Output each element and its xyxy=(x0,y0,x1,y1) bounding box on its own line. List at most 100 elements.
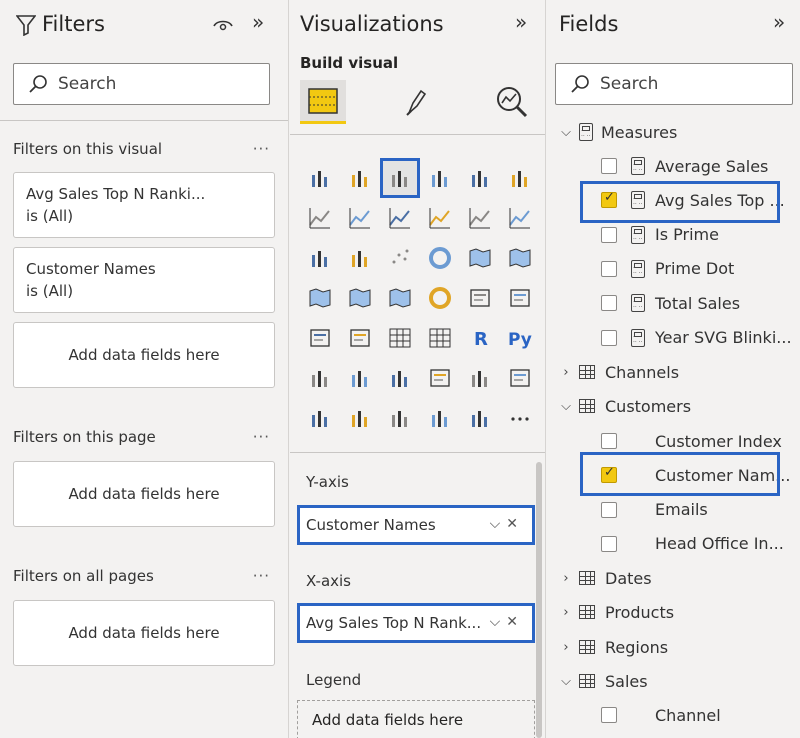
field-checkbox[interactable] xyxy=(601,707,617,723)
table-channels[interactable]: › Channels xyxy=(547,357,800,387)
close-icon[interactable]: ✕ xyxy=(506,516,524,532)
visual-waterfall-chart[interactable] xyxy=(300,238,340,278)
table-dates[interactable]: › Dates xyxy=(547,563,800,593)
format-visual-tab[interactable] xyxy=(400,82,436,122)
visual-map[interactable] xyxy=(500,238,540,278)
visual-insight-visual[interactable] xyxy=(460,398,500,438)
chevron-down-icon[interactable]: ⌵ xyxy=(559,674,573,689)
collapse-filters-icon[interactable]: » xyxy=(252,10,264,34)
visual-clustered-column-chart[interactable] xyxy=(420,158,460,198)
filter-card[interactable]: Avg Sales Top N Ranki... is (All) xyxy=(13,172,275,238)
field-checkbox[interactable] xyxy=(601,260,617,277)
visual-power-apps[interactable] xyxy=(300,398,340,438)
collapse-visualizations-icon[interactable]: » xyxy=(515,10,527,34)
collapse-fields-icon[interactable]: » xyxy=(773,10,785,34)
visual-python-visual[interactable]: Py xyxy=(500,318,540,358)
visual-power-automate[interactable] xyxy=(340,398,380,438)
visual-qa[interactable] xyxy=(380,358,420,398)
visual-matrix[interactable] xyxy=(420,318,460,358)
fields-search[interactable]: Search xyxy=(555,63,793,105)
visual-line-and-clustered-column-chart[interactable] xyxy=(460,198,500,238)
table-products[interactable]: › Products xyxy=(547,597,800,627)
visual-key-influencers[interactable] xyxy=(300,358,340,398)
visual-table[interactable] xyxy=(380,318,420,358)
chevron-down-icon[interactable]: ⌵ xyxy=(490,614,507,630)
field-checkbox[interactable] xyxy=(601,433,617,449)
more-options-icon[interactable]: ··· xyxy=(253,140,270,158)
chevron-right-icon[interactable]: › xyxy=(559,365,573,380)
chevron-down-icon[interactable]: ⌵ xyxy=(490,516,507,532)
visual-arrow-visual[interactable] xyxy=(380,398,420,438)
visual-line-and-column-chart[interactable] xyxy=(420,198,460,238)
build-visual-tab[interactable] xyxy=(300,80,346,124)
analytics-tab[interactable] xyxy=(492,82,532,122)
table-customers[interactable]: ⌵ Customers xyxy=(547,391,800,421)
visual-stacked-column-chart[interactable] xyxy=(340,158,380,198)
visual-area-chart[interactable] xyxy=(340,198,380,238)
visual-clustered-bar-chart[interactable] xyxy=(380,158,420,198)
wells-scrollbar[interactable] xyxy=(536,462,542,738)
visual-scatter-chart[interactable] xyxy=(380,238,420,278)
visual-decomposition-tree[interactable] xyxy=(340,358,380,398)
chevron-right-icon[interactable]: › xyxy=(559,571,573,586)
visual-filter-dropzone[interactable]: Add data fields here xyxy=(13,322,275,388)
all-pages-filter-dropzone[interactable]: Add data fields here xyxy=(13,600,275,666)
visual-stacked-area-chart[interactable] xyxy=(380,198,420,238)
field-row[interactable]: Head Office In... xyxy=(547,529,800,559)
visual-donut-chart[interactable] xyxy=(420,238,460,278)
close-icon[interactable]: ✕ xyxy=(506,614,524,630)
calculator-icon xyxy=(631,294,645,313)
visual-100-stacked-column-chart[interactable] xyxy=(500,158,540,198)
field-row[interactable]: Channel xyxy=(547,700,800,730)
page-filter-dropzone[interactable]: Add data fields here xyxy=(13,461,275,527)
field-checkbox[interactable] xyxy=(601,535,617,552)
field-row[interactable]: Year SVG Blinki... xyxy=(547,323,800,353)
chevron-right-icon[interactable]: › xyxy=(559,605,573,620)
field-checkbox[interactable] xyxy=(601,158,617,174)
eye-icon[interactable] xyxy=(212,14,234,38)
field-checkbox[interactable] xyxy=(601,295,617,312)
visual-azure-map[interactable] xyxy=(380,278,420,318)
visual-funnel[interactable] xyxy=(340,238,380,278)
filters-search[interactable]: Search xyxy=(13,63,270,105)
table-measures[interactable]: ⌵ Measures xyxy=(547,117,800,147)
field-checkbox[interactable] xyxy=(601,226,617,243)
visual-stacked-bar-chart[interactable] xyxy=(300,158,340,198)
chevron-down-icon[interactable]: ⌵ xyxy=(559,125,573,140)
table-regions[interactable]: › Regions xyxy=(547,632,800,662)
more-options-icon[interactable]: ··· xyxy=(253,428,270,446)
visual-paginated-report[interactable] xyxy=(500,358,540,398)
field-row[interactable]: Emails xyxy=(547,495,800,525)
visual-ribbon-chart[interactable] xyxy=(500,198,540,238)
visual-r-visual[interactable]: R xyxy=(460,318,500,358)
field-checkbox[interactable] xyxy=(601,501,617,518)
field-row[interactable]: Is Prime xyxy=(547,220,800,250)
filter-card[interactable]: Customer Names is (All) xyxy=(13,247,275,313)
xaxis-field-well[interactable]: Avg Sales Top N Rank... ⌵✕ xyxy=(297,603,535,643)
visual-smart-narrative[interactable] xyxy=(420,358,460,398)
field-row[interactable]: Average Sales xyxy=(547,151,800,181)
visual-goals[interactable] xyxy=(460,358,500,398)
legend-dropzone[interactable]: Add data fields here xyxy=(297,700,535,738)
field-row[interactable]: Total Sales xyxy=(547,288,800,318)
visual-100-stacked-bar-chart[interactable] xyxy=(460,158,500,198)
visual-gauge[interactable] xyxy=(420,278,460,318)
visual-custom-visual[interactable] xyxy=(420,398,460,438)
visual-card[interactable] xyxy=(460,278,500,318)
field-checkbox[interactable] xyxy=(601,329,617,346)
table-sales[interactable]: ⌵ Sales xyxy=(547,666,800,696)
visual-shape-map[interactable] xyxy=(340,278,380,318)
visual-slicer[interactable] xyxy=(340,318,380,358)
visual-treemap[interactable] xyxy=(460,238,500,278)
yaxis-field-well[interactable]: Customer Names ⌵✕ xyxy=(297,505,535,545)
chevron-down-icon[interactable]: ⌵ xyxy=(559,399,573,414)
field-row[interactable]: Prime Dot xyxy=(547,254,800,284)
visual-line-chart[interactable] xyxy=(300,198,340,238)
visual-multi-row-card[interactable] xyxy=(500,278,540,318)
more-options-icon[interactable]: ··· xyxy=(253,567,270,585)
chevron-right-icon[interactable]: › xyxy=(559,640,573,655)
visual-filled-map[interactable] xyxy=(300,278,340,318)
arrow-visual-icon xyxy=(392,411,407,427)
visual-kpi[interactable] xyxy=(300,318,340,358)
visual-more[interactable] xyxy=(500,398,540,438)
